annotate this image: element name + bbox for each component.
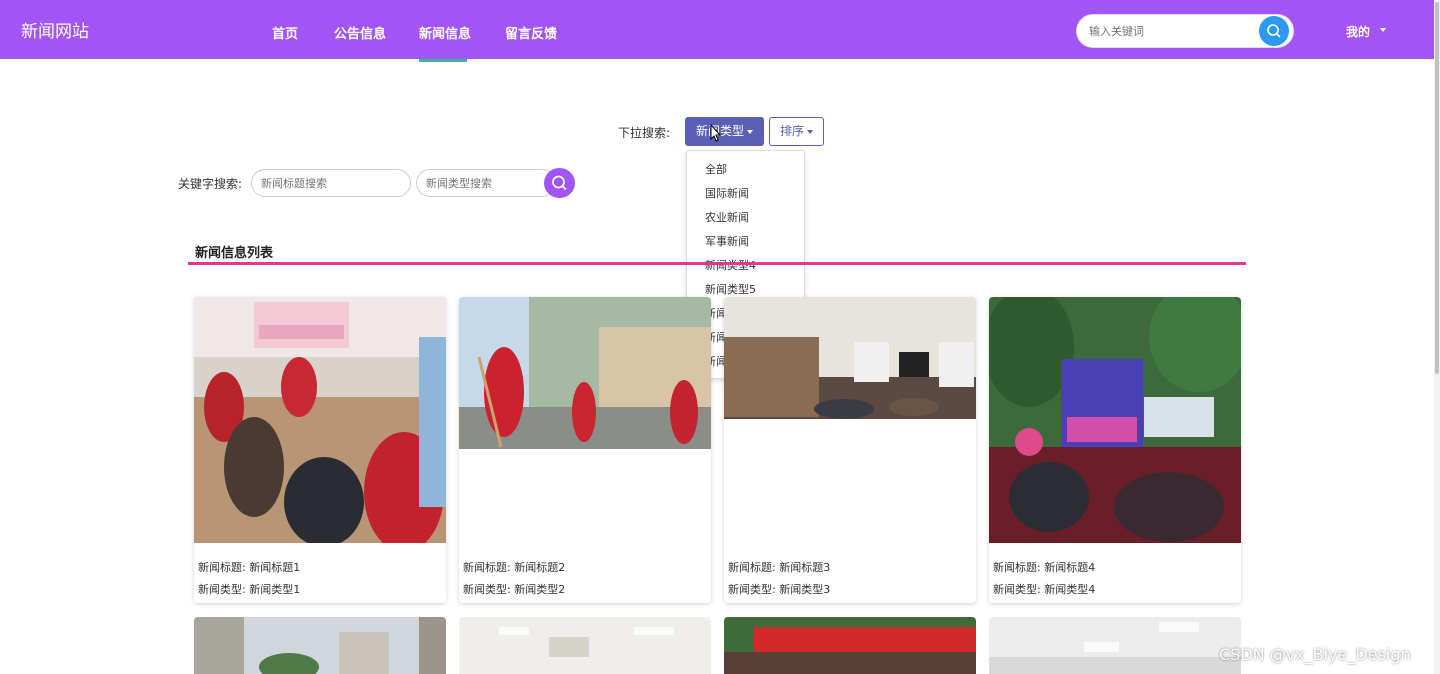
news-card[interactable] (989, 617, 1241, 674)
news-image[interactable] (989, 617, 1241, 674)
dropdown-item-type5[interactable]: 新闻类型5 (705, 281, 756, 297)
news-card[interactable] (194, 617, 446, 674)
nav-home[interactable]: 首页 (272, 23, 298, 42)
type-search-input[interactable] (416, 169, 556, 197)
news-card-title: 新闻标题: 新闻标题2 (463, 561, 566, 574)
news-card-type: 新闻类型: 新闻类型3 (728, 583, 831, 596)
top-search-button[interactable] (1259, 16, 1289, 46)
caret-down-icon (747, 129, 753, 134)
news-card-title: 新闻标题: 新闻标题3 (728, 561, 831, 574)
news-image[interactable] (724, 297, 976, 419)
news-type-dropdown-button[interactable]: 新闻类型 (685, 117, 764, 146)
sort-dropdown-button[interactable]: 排序 (769, 117, 824, 146)
watermark-text: CSDN @vx_Biye_Design (1219, 645, 1411, 664)
news-card[interactable]: 新闻标题: 新闻标题3 新闻类型: 新闻类型3 (724, 297, 976, 603)
user-menu[interactable]: 我的 (1346, 23, 1370, 40)
dropdown-item-international[interactable]: 国际新闻 (705, 185, 749, 201)
news-card[interactable]: 新闻标题: 新闻标题2 新闻类型: 新闻类型2 (459, 297, 711, 603)
top-search-input[interactable] (1089, 22, 1259, 40)
dropdown-item-military[interactable]: 军事新闻 (705, 233, 749, 249)
news-card-title: 新闻标题: 新闻标题4 (993, 561, 1096, 574)
caret-down-icon (807, 129, 813, 134)
news-card-type: 新闻类型: 新闻类型1 (198, 583, 301, 596)
section-title: 新闻信息列表 (195, 246, 274, 261)
news-image[interactable] (989, 297, 1241, 543)
dropdown-item-all[interactable]: 全部 (705, 161, 727, 177)
title-search-input[interactable] (251, 169, 411, 197)
nav-announcements[interactable]: 公告信息 (334, 23, 386, 42)
news-card[interactable] (459, 617, 711, 674)
dropdown-item-type4[interactable]: 新闻类型4 (705, 257, 756, 273)
dropdown-search-label: 下拉搜索: (618, 126, 671, 140)
search-icon (1267, 24, 1281, 38)
news-card[interactable]: 新闻标题: 新闻标题4 新闻类型: 新闻类型4 (989, 297, 1241, 603)
news-image[interactable] (194, 297, 446, 543)
site-logo[interactable]: 新闻网站 (21, 17, 89, 42)
news-card-title: 新闻标题: 新闻标题1 (198, 561, 301, 574)
nav-news[interactable]: 新闻信息 (419, 23, 471, 42)
section-divider (188, 262, 1246, 265)
news-image[interactable] (724, 617, 976, 674)
news-image[interactable] (194, 617, 446, 674)
news-image[interactable] (459, 297, 711, 449)
news-card[interactable]: 新闻标题: 新闻标题1 新闻类型: 新闻类型1 (194, 297, 446, 603)
sort-button-label: 排序 (779, 124, 804, 138)
search-icon (552, 175, 567, 191)
news-card-type: 新闻类型: 新闻类型4 (993, 583, 1096, 596)
keyword-search-label: 关键字搜索: (178, 177, 243, 191)
keyword-search-button[interactable] (544, 168, 575, 198)
nav-feedback[interactable]: 留言反馈 (505, 23, 557, 42)
news-card[interactable] (724, 617, 976, 674)
dropdown-item-agriculture[interactable]: 农业新闻 (705, 209, 749, 225)
mouse-pointer-icon (710, 124, 722, 142)
active-tab-indicator (419, 59, 467, 62)
news-card-type: 新闻类型: 新闻类型2 (463, 583, 566, 596)
news-image[interactable] (459, 617, 711, 674)
scrollbar-thumb[interactable] (1435, 2, 1439, 374)
chevron-down-icon[interactable] (1380, 28, 1386, 32)
